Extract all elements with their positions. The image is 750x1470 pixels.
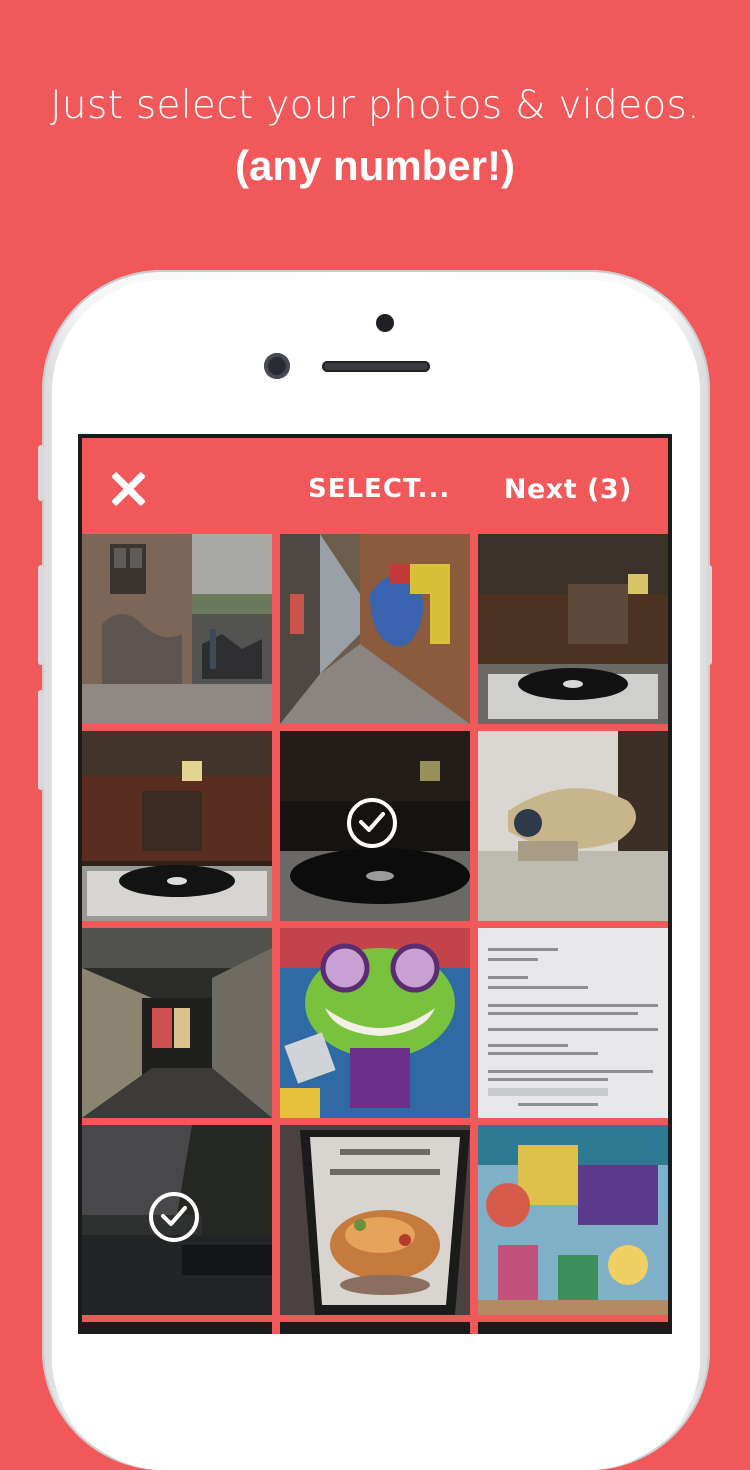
- headline: Just select your photos & videos. (any n…: [0, 78, 750, 198]
- mute-switch: [38, 445, 44, 501]
- earpiece-speaker: [322, 361, 430, 372]
- headline-emphasis: (any number!): [234, 142, 515, 189]
- volume-down-button: [38, 690, 44, 790]
- photo-underground-arcade: [82, 928, 272, 1118]
- photo-brick-alley: [82, 534, 272, 724]
- photo-bar-interior: [82, 731, 272, 921]
- photo-tile[interactable]: [82, 928, 272, 1118]
- selected-checkmark-icon: [149, 1192, 199, 1242]
- photo-tile[interactable]: [478, 534, 668, 724]
- photo-document-screenshot: [478, 928, 668, 1118]
- selected-checkmark-icon: [347, 798, 397, 848]
- photo-tile[interactable]: [478, 731, 668, 921]
- photo-tile[interactable]: [82, 731, 272, 921]
- volume-up-button: [38, 565, 44, 665]
- nav-title: SELECT...: [308, 474, 451, 504]
- photo-tile[interactable]: [280, 731, 470, 921]
- photo-frog-graffiti: [280, 928, 470, 1118]
- proximity-sensor: [376, 314, 394, 332]
- power-button: [706, 565, 712, 665]
- grid-divider: [470, 534, 478, 1334]
- photo-tile[interactable]: [478, 928, 668, 1118]
- grid-divider: [82, 724, 668, 731]
- front-camera-icon: [264, 353, 290, 379]
- close-icon[interactable]: [108, 468, 148, 508]
- grid-divider: [82, 1118, 668, 1125]
- photo-tile[interactable]: [478, 1125, 668, 1315]
- grid-divider: [272, 534, 280, 1334]
- photo-bar-turntable: [478, 534, 668, 724]
- phone-screen: SELECT... Next (3): [78, 434, 672, 1334]
- photo-tile[interactable]: [280, 1125, 470, 1315]
- grid-divider: [82, 921, 668, 928]
- nav-bar: SELECT... Next (3): [82, 438, 668, 534]
- photo-falcon-model: [478, 731, 668, 921]
- photo-tile[interactable]: [82, 1125, 272, 1315]
- photo-food-poster: [280, 1125, 470, 1315]
- headline-main: Just select your photos & videos.: [50, 83, 700, 128]
- photo-school-mural: [478, 1125, 668, 1315]
- photo-tile[interactable]: [280, 534, 470, 724]
- photo-graffiti-alley: [280, 534, 470, 724]
- photo-tile[interactable]: [280, 928, 470, 1118]
- grid-divider: [82, 1315, 668, 1322]
- next-button[interactable]: Next (3): [504, 474, 632, 505]
- photo-tile[interactable]: [82, 534, 272, 724]
